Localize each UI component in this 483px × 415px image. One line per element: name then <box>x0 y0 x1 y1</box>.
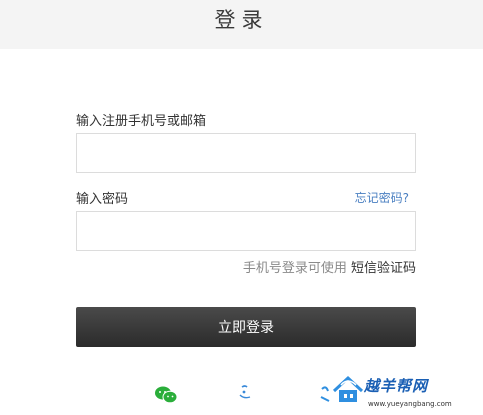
wechat-icon[interactable] <box>154 385 178 405</box>
page-title: 登录 <box>214 8 269 32</box>
password-input[interactable] <box>76 211 416 251</box>
page-header: 登录 <box>0 0 483 49</box>
password-label: 输入密码 <box>76 192 129 207</box>
login-button[interactable]: 立即登录 <box>76 307 416 347</box>
watermark-name: 越羊帮网 <box>364 377 429 395</box>
account-input[interactable] <box>76 133 416 173</box>
weibo-icon[interactable] <box>234 383 258 405</box>
watermark-logo-icon <box>332 375 364 402</box>
account-label: 输入注册手机号或邮箱 <box>76 114 207 129</box>
sms-code-link[interactable]: 短信验证码 <box>351 261 416 276</box>
forgot-password-link[interactable]: 忘记密码? <box>355 189 409 206</box>
sms-login-hint: 手机号登录可使用 短信验证码 <box>243 257 416 276</box>
sms-login-text: 手机号登录可使用 <box>242 261 347 276</box>
watermark: 越羊帮网 www.yueyangbang.com <box>330 373 483 415</box>
watermark-url: www.yueyangbang.com <box>368 400 452 408</box>
